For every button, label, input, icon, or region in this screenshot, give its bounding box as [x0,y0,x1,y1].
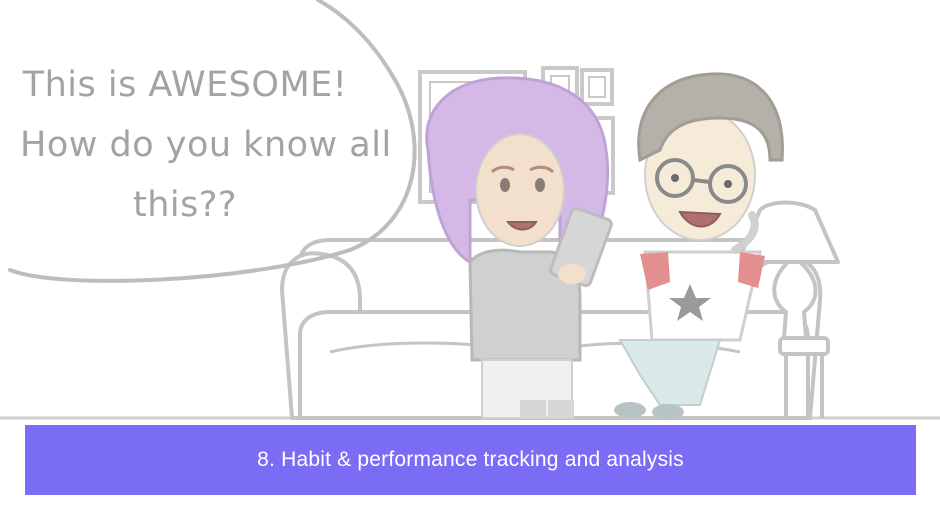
caption-bar: 8. Habit & performance tracking and anal… [25,425,916,495]
speech-line-1: This is AWESOME! [22,65,348,105]
speech-line-2: How do you know all [20,125,392,165]
caption-text: 8. Habit & performance tracking and anal… [257,448,684,471]
speech-line-3: this?? [132,185,238,225]
speech-bubble-text: This is AWESOME! How do you know all thi… [20,55,392,235]
